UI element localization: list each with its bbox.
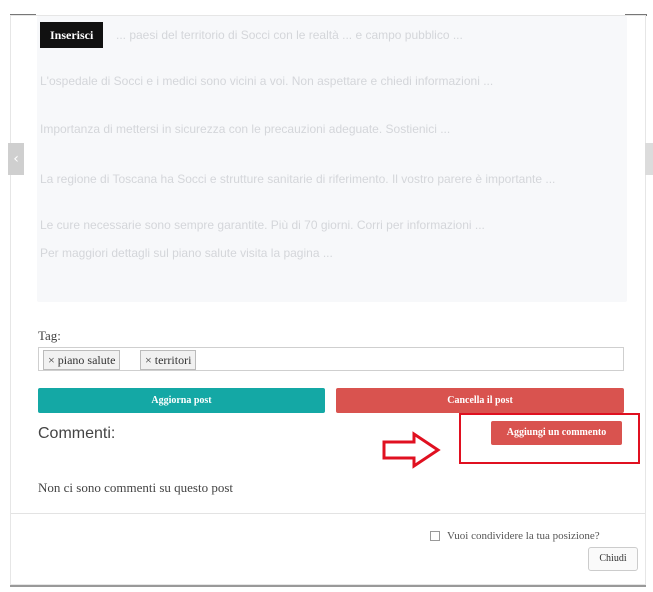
tag-label: Tag: <box>38 328 61 343</box>
insert-button[interactable]: Inserisci <box>40 22 104 48</box>
share-location-label: Vuoi condividere la tua posizione? <box>447 530 600 542</box>
add-comment-button[interactable]: Aggiungi un commento <box>491 421 622 445</box>
close-button[interactable]: Chiudi <box>588 547 638 571</box>
tag-chip-territori[interactable]: × territori <box>140 350 197 370</box>
no-comments-text: Non ci sono commenti su questo post <box>38 480 233 495</box>
update-post-button[interactable]: Aggiorna post <box>38 388 325 413</box>
editor-text-line: Importanza di mettersi in sicurezza con … <box>40 122 451 136</box>
share-location-row[interactable]: Vuoi condividere la tua posizione? <box>430 530 600 542</box>
editor-text-line: Le cure necessarie sono sempre garantite… <box>40 218 485 232</box>
arrow-right-icon <box>382 431 441 469</box>
chevron-left-icon[interactable]: ‹ <box>8 143 24 175</box>
delete-post-button[interactable]: Cancella il post <box>336 388 624 413</box>
share-location-checkbox[interactable] <box>430 531 440 541</box>
tag-input[interactable]: × piano salute × territori <box>38 347 624 371</box>
editor-text-line: La regione di Toscana ha Socci e struttu… <box>40 172 556 186</box>
bottom-divider <box>10 585 646 587</box>
scrollbar-handle[interactable] <box>645 143 653 175</box>
tag-chip-piano-salute[interactable]: × piano salute <box>43 350 121 370</box>
editor-text-line: L'ospedale di Socci e i medici sono vici… <box>40 74 494 88</box>
editor-text-line: ... paesi del territorio di Socci con le… <box>116 28 463 42</box>
comments-heading: Commenti: <box>38 425 116 442</box>
editor-text-line: Per maggiori dettagli sul piano salute v… <box>40 246 333 260</box>
footer-divider <box>11 513 645 514</box>
